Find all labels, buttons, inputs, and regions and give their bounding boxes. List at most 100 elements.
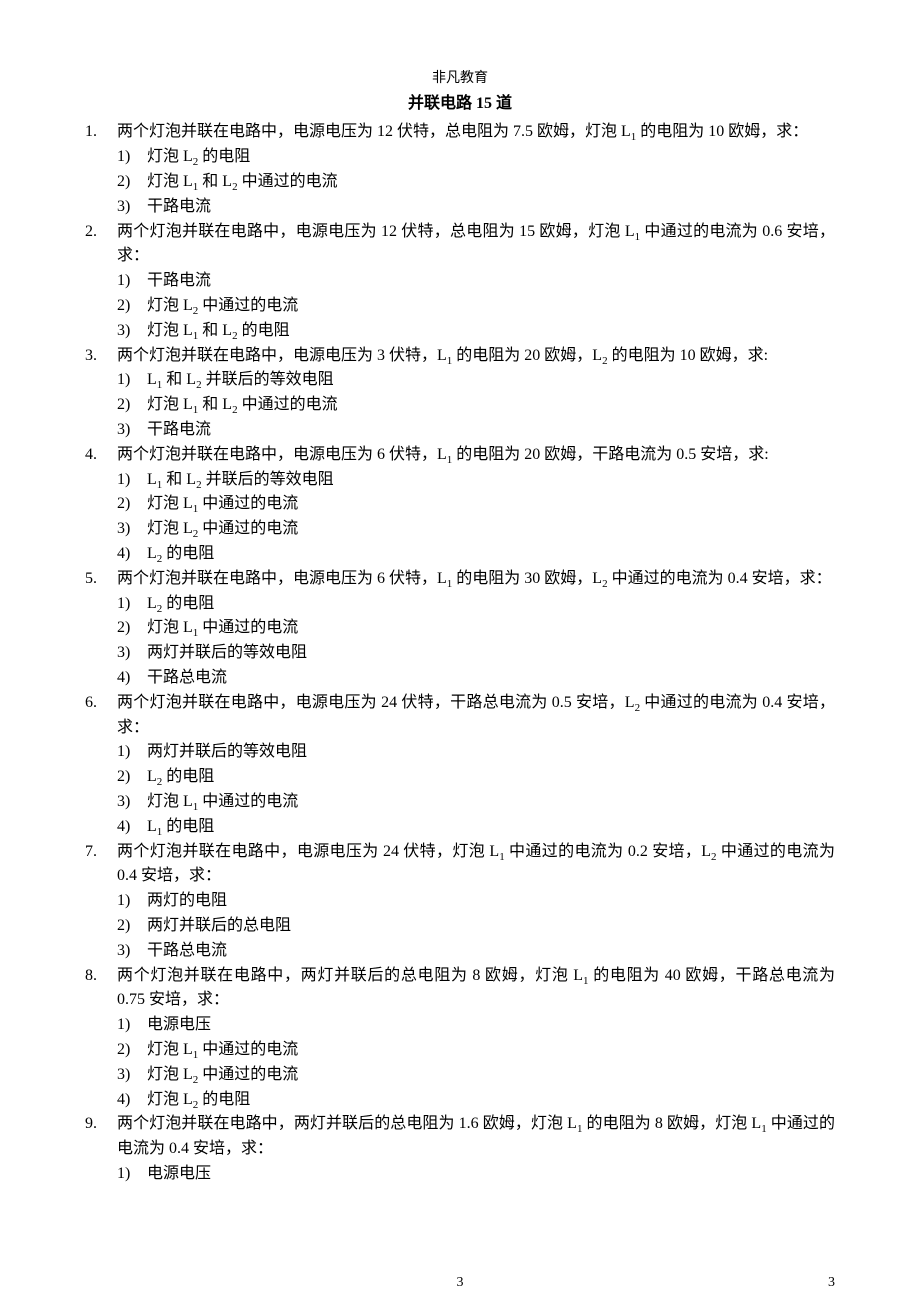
- sub-text: 灯泡 L1 和 L2 中通过的电流: [147, 170, 835, 195]
- problem-head: 3.两个灯泡并联在电路中，电源电压为 3 伏特，L1 的电阻为 20 欧姆，L2…: [85, 344, 835, 369]
- sub-item: 2)L2 的电阻: [117, 765, 835, 790]
- sub-number: 4): [117, 542, 147, 567]
- sub-item: 3)干路总电流: [117, 939, 835, 964]
- problem: 6.两个灯泡并联在电路中，电源电压为 24 伏特，干路总电流为 0.5 安培，L…: [85, 691, 835, 840]
- problem-number: 4.: [85, 443, 117, 468]
- sub-list: 1)电源电压2)灯泡 L1 中通过的电流3)灯泡 L2 中通过的电流4)灯泡 L…: [85, 1013, 835, 1112]
- sub-number: 1): [117, 145, 147, 170]
- problem-stem: 两个灯泡并联在电路中，电源电压为 6 伏特，L1 的电阻为 30 欧姆，L2 中…: [117, 567, 835, 592]
- sub-item: 1)灯泡 L2 的电阻: [117, 145, 835, 170]
- sub-number: 3): [117, 195, 147, 220]
- sub-number: 2): [117, 170, 147, 195]
- sub-item: 3)灯泡 L1 和 L2 的电阻: [117, 319, 835, 344]
- problem: 3.两个灯泡并联在电路中，电源电压为 3 伏特，L1 的电阻为 20 欧姆，L2…: [85, 344, 835, 443]
- sub-item: 2)灯泡 L1 和 L2 中通过的电流: [117, 170, 835, 195]
- problem: 8.两个灯泡并联在电路中，两灯并联后的总电阻为 8 欧姆，灯泡 L1 的电阻为 …: [85, 964, 835, 1113]
- sub-item: 1)电源电压: [117, 1013, 835, 1038]
- sub-number: 2): [117, 765, 147, 790]
- sub-text: 灯泡 L2 中通过的电流: [147, 517, 835, 542]
- sub-item: 4)L1 的电阻: [117, 815, 835, 840]
- sub-number: 2): [117, 616, 147, 641]
- sub-list: 1)两灯的电阻2)两灯并联后的总电阻3)干路总电流: [85, 889, 835, 963]
- sub-text: 电源电压: [147, 1013, 835, 1038]
- problem-stem: 两个灯泡并联在电路中，电源电压为 12 伏特，总电阻为 7.5 欧姆，灯泡 L1…: [117, 120, 835, 145]
- sub-item: 2)灯泡 L1 中通过的电流: [117, 1038, 835, 1063]
- problem-head: 7.两个灯泡并联在电路中，电源电压为 24 伏特，灯泡 L1 中通过的电流为 0…: [85, 840, 835, 890]
- sub-list: 1)L2 的电阻2)灯泡 L1 中通过的电流3)两灯并联后的等效电阻4)干路总电…: [85, 592, 835, 691]
- problem-number: 8.: [85, 964, 117, 989]
- sub-list: 1)L1 和 L2 并联后的等效电阻2)灯泡 L1 中通过的电流3)灯泡 L2 …: [85, 468, 835, 567]
- page-title: 并联电路 15 道: [85, 92, 835, 117]
- problem-stem: 两个灯泡并联在电路中，两灯并联后的总电阻为 8 欧姆，灯泡 L1 的电阻为 40…: [117, 964, 835, 1014]
- sub-text: 灯泡 L2 的电阻: [147, 145, 835, 170]
- sub-item: 2)灯泡 L2 中通过的电流: [117, 294, 835, 319]
- sub-text: 两灯并联后的等效电阻: [147, 641, 835, 666]
- problem-head: 8.两个灯泡并联在电路中，两灯并联后的总电阻为 8 欧姆，灯泡 L1 的电阻为 …: [85, 964, 835, 1014]
- sub-number: 3): [117, 1063, 147, 1088]
- sub-text: L1 和 L2 并联后的等效电阻: [147, 468, 835, 493]
- sub-number: 3): [117, 641, 147, 666]
- sub-number: 1): [117, 269, 147, 294]
- sub-number: 1): [117, 1013, 147, 1038]
- sub-number: 4): [117, 666, 147, 691]
- sub-text: 两灯的电阻: [147, 889, 835, 914]
- sub-item: 1)两灯并联后的等效电阻: [117, 740, 835, 765]
- sub-text: 干路总电流: [147, 939, 835, 964]
- sub-number: 1): [117, 368, 147, 393]
- sub-list: 1)电源电压: [85, 1162, 835, 1187]
- sub-item: 4)灯泡 L2 的电阻: [117, 1088, 835, 1113]
- sub-number: 2): [117, 1038, 147, 1063]
- sub-text: 灯泡 L2 的电阻: [147, 1088, 835, 1113]
- sub-number: 1): [117, 889, 147, 914]
- sub-item: 2)两灯并联后的总电阻: [117, 914, 835, 939]
- sub-text: 干路电流: [147, 418, 835, 443]
- sub-item: 1)干路电流: [117, 269, 835, 294]
- sub-item: 4)L2 的电阻: [117, 542, 835, 567]
- sub-text: 灯泡 L2 中通过的电流: [147, 294, 835, 319]
- sub-number: 1): [117, 1162, 147, 1187]
- sub-list: 1)两灯并联后的等效电阻2)L2 的电阻3)灯泡 L1 中通过的电流4)L1 的…: [85, 740, 835, 839]
- sub-number: 1): [117, 468, 147, 493]
- problem: 9.两个灯泡并联在电路中，两灯并联后的总电阻为 1.6 欧姆，灯泡 L1 的电阻…: [85, 1112, 835, 1186]
- problem: 1.两个灯泡并联在电路中，电源电压为 12 伏特，总电阻为 7.5 欧姆，灯泡 …: [85, 120, 835, 219]
- sub-list: 1)灯泡 L2 的电阻2)灯泡 L1 和 L2 中通过的电流3)干路电流: [85, 145, 835, 219]
- sub-number: 3): [117, 319, 147, 344]
- sub-number: 4): [117, 815, 147, 840]
- sub-text: 灯泡 L2 中通过的电流: [147, 1063, 835, 1088]
- sub-text: 干路电流: [147, 195, 835, 220]
- sub-list: 1)干路电流2)灯泡 L2 中通过的电流3)灯泡 L1 和 L2 的电阻: [85, 269, 835, 343]
- problem-head: 6.两个灯泡并联在电路中，电源电压为 24 伏特，干路总电流为 0.5 安培，L…: [85, 691, 835, 741]
- sub-item: 3)灯泡 L1 中通过的电流: [117, 790, 835, 815]
- sub-list: 1)L1 和 L2 并联后的等效电阻2)灯泡 L1 和 L2 中通过的电流3)干…: [85, 368, 835, 442]
- sub-text: 灯泡 L1 中通过的电流: [147, 790, 835, 815]
- problem-head: 2.两个灯泡并联在电路中，电源电压为 12 伏特，总电阻为 15 欧姆，灯泡 L…: [85, 220, 835, 270]
- sub-item: 1)电源电压: [117, 1162, 835, 1187]
- problem: 4.两个灯泡并联在电路中，电源电压为 6 伏特，L1 的电阻为 20 欧姆，干路…: [85, 443, 835, 567]
- sub-item: 4)干路总电流: [117, 666, 835, 691]
- sub-item: 2)灯泡 L1 中通过的电流: [117, 492, 835, 517]
- sub-text: 电源电压: [147, 1162, 835, 1187]
- sub-item: 1)L2 的电阻: [117, 592, 835, 617]
- sub-text: 灯泡 L1 中通过的电流: [147, 1038, 835, 1063]
- sub-text: 灯泡 L1 和 L2 的电阻: [147, 319, 835, 344]
- sub-item: 2)灯泡 L1 中通过的电流: [117, 616, 835, 641]
- problem-number: 2.: [85, 220, 117, 245]
- problem-number: 1.: [85, 120, 117, 145]
- problem-head: 5.两个灯泡并联在电路中，电源电压为 6 伏特，L1 的电阻为 30 欧姆，L2…: [85, 567, 835, 592]
- problem-stem: 两个灯泡并联在电路中，电源电压为 3 伏特，L1 的电阻为 20 欧姆，L2 的…: [117, 344, 835, 369]
- problem-stem: 两个灯泡并联在电路中，两灯并联后的总电阻为 1.6 欧姆，灯泡 L1 的电阻为 …: [117, 1112, 835, 1162]
- sub-text: 灯泡 L1 中通过的电流: [147, 616, 835, 641]
- sub-number: 2): [117, 492, 147, 517]
- page-number-right: 3: [828, 1272, 835, 1294]
- problem-number: 6.: [85, 691, 117, 716]
- problem: 7.两个灯泡并联在电路中，电源电压为 24 伏特，灯泡 L1 中通过的电流为 0…: [85, 840, 835, 964]
- sub-text: L1 的电阻: [147, 815, 835, 840]
- problem-number: 7.: [85, 840, 117, 865]
- sub-number: 2): [117, 393, 147, 418]
- problem-head: 9.两个灯泡并联在电路中，两灯并联后的总电阻为 1.6 欧姆，灯泡 L1 的电阻…: [85, 1112, 835, 1162]
- sub-text: 干路总电流: [147, 666, 835, 691]
- problem-number: 5.: [85, 567, 117, 592]
- problem-stem: 两个灯泡并联在电路中，电源电压为 12 伏特，总电阻为 15 欧姆，灯泡 L1 …: [117, 220, 835, 270]
- problem-stem: 两个灯泡并联在电路中，电源电压为 24 伏特，灯泡 L1 中通过的电流为 0.2…: [117, 840, 835, 890]
- page-number-center: 3: [457, 1272, 464, 1294]
